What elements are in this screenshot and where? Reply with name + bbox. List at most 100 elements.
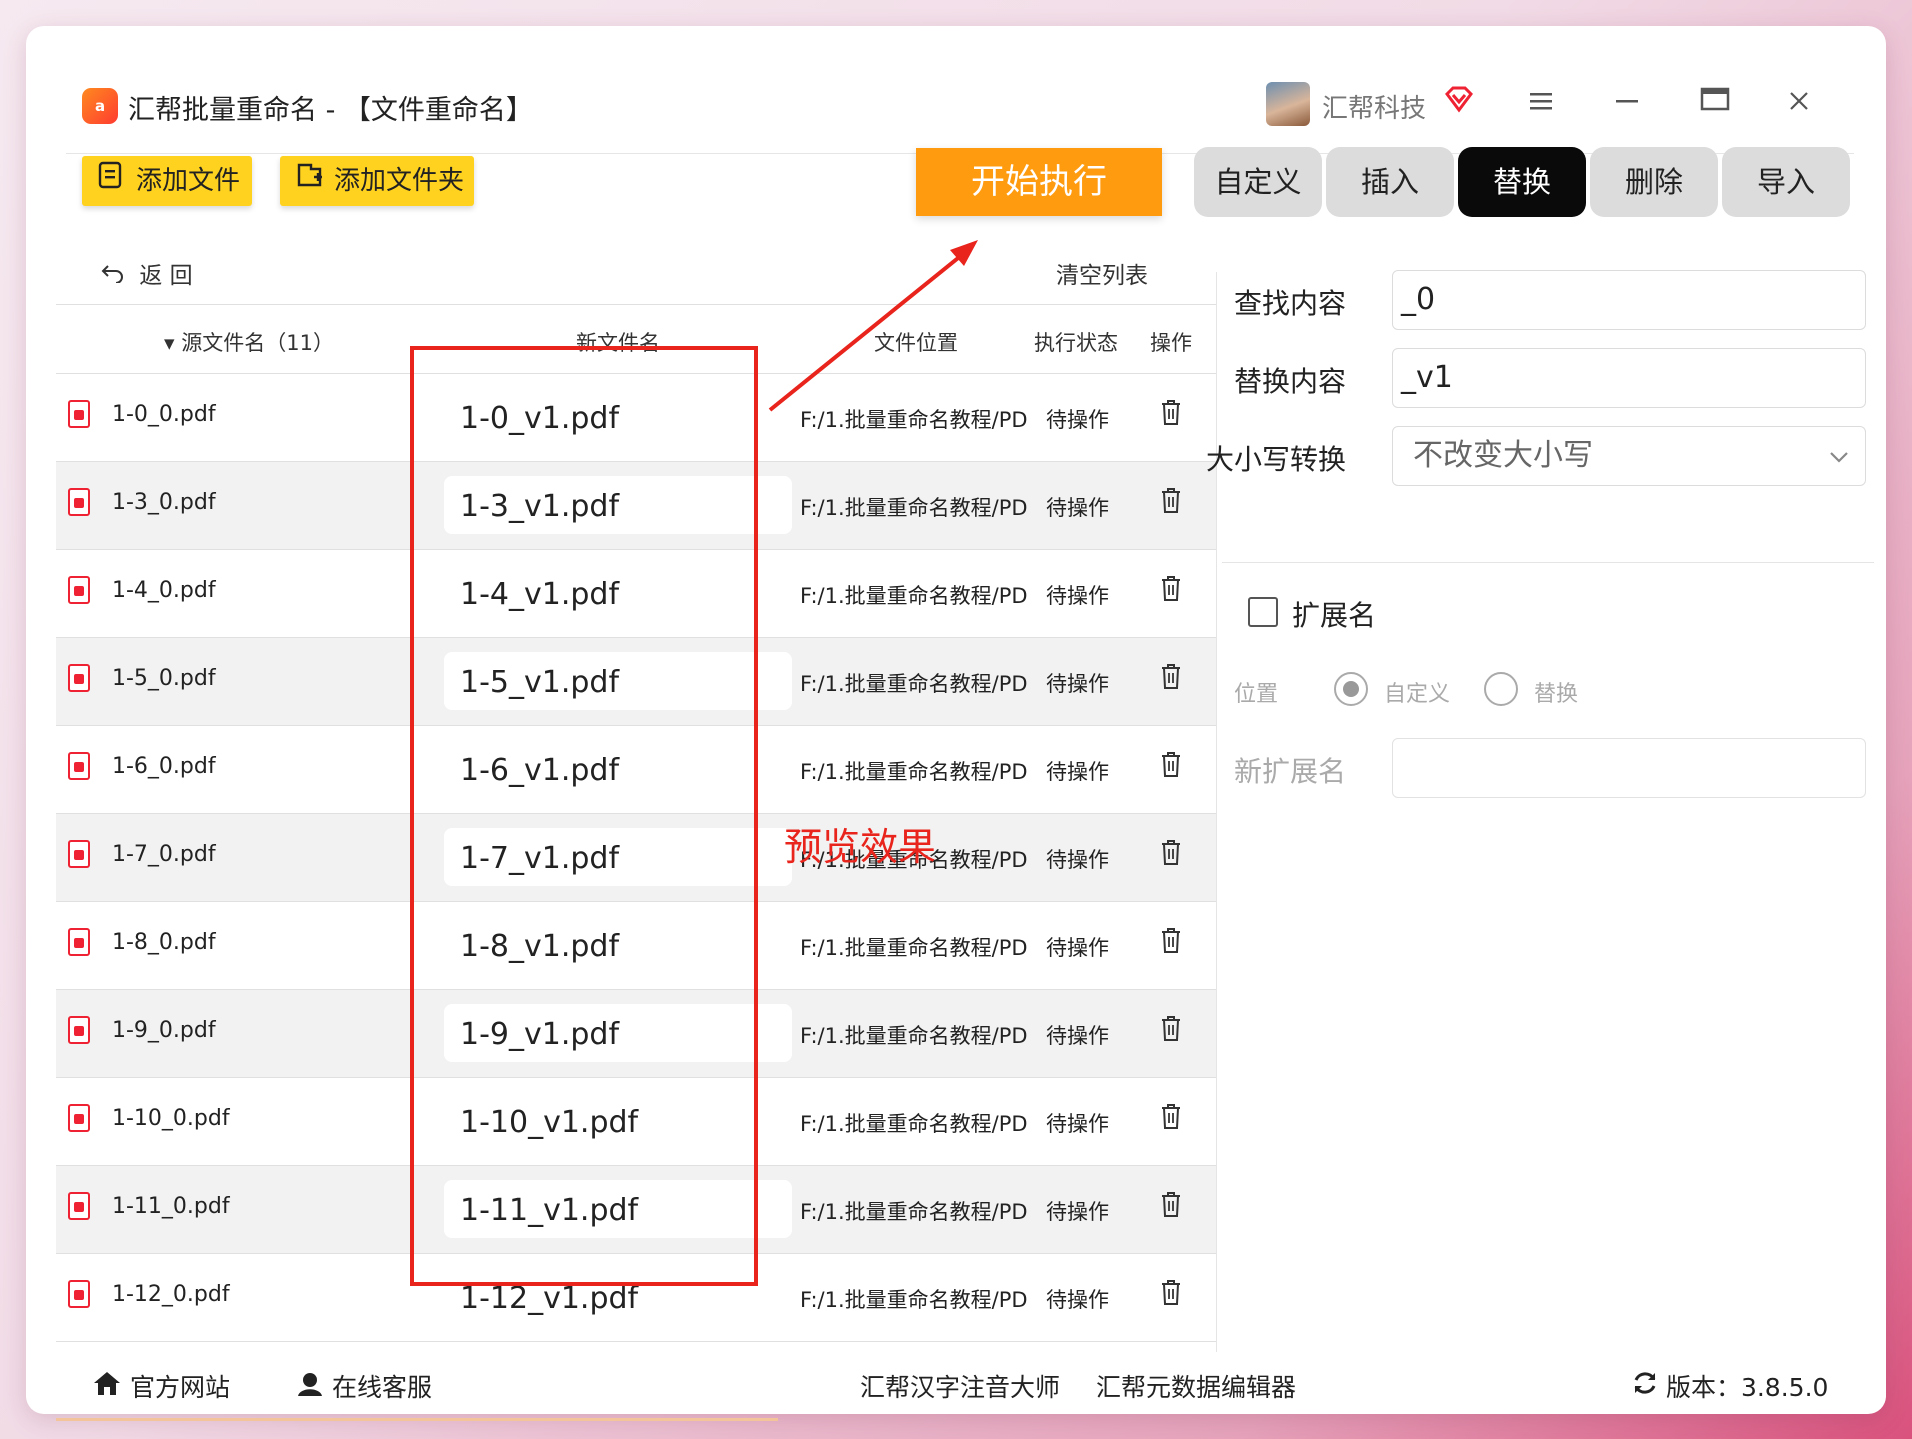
source-filename: 1-4_0.pdf	[112, 578, 216, 603]
avatar[interactable]	[1266, 82, 1310, 126]
close-icon[interactable]	[1774, 78, 1824, 128]
pdf-file-icon	[68, 664, 90, 692]
version-info[interactable]: 版本：3.8.5.0	[1632, 1368, 1828, 1404]
status-text: 待操作	[1046, 496, 1109, 520]
back-label: 返 回	[139, 263, 193, 289]
pdf-file-icon	[68, 1280, 90, 1308]
source-filename: 1-7_0.pdf	[112, 842, 216, 867]
position-replace-label: 替换	[1534, 682, 1579, 707]
tab-import[interactable]: 导入	[1722, 147, 1850, 217]
pdf-file-icon	[68, 1104, 90, 1132]
file-location: F:/1.批量重命名教程/PD	[800, 672, 1028, 696]
caret-down-icon: ▾	[164, 331, 175, 355]
status-text: 待操作	[1046, 936, 1109, 960]
position-custom-radio[interactable]	[1334, 672, 1368, 706]
app-window: a 汇帮批量重命名 - 【文件重命名】 汇帮科技 添加文件 添加文件夹 开始执行…	[26, 26, 1886, 1414]
trash-icon[interactable]	[1160, 1014, 1184, 1044]
replace-input[interactable]: _v1	[1392, 348, 1866, 408]
pdf-file-icon	[68, 400, 90, 428]
replace-label: 替换内容	[1234, 365, 1347, 398]
source-filename: 1-10_0.pdf	[112, 1106, 230, 1131]
trash-icon[interactable]	[1160, 662, 1184, 692]
trash-icon[interactable]	[1160, 838, 1184, 868]
trash-icon[interactable]	[1160, 1278, 1184, 1308]
file-location: F:/1.批量重命名教程/PD	[800, 408, 1028, 432]
add-folder-icon	[296, 156, 326, 206]
pdf-file-icon	[68, 1016, 90, 1044]
new-extension-input[interactable]	[1392, 738, 1866, 798]
pdf-file-icon	[68, 840, 90, 868]
trash-icon[interactable]	[1160, 398, 1184, 428]
source-filename: 1-11_0.pdf	[112, 1194, 230, 1219]
new-extension-label: 新扩展名	[1234, 755, 1347, 788]
app-title: 汇帮批量重命名 - 【文件重命名】	[128, 95, 533, 126]
extension-checkbox[interactable]	[1248, 597, 1278, 627]
find-input[interactable]: _0	[1392, 270, 1866, 330]
source-filename: 1-5_0.pdf	[112, 666, 216, 691]
status-text: 待操作	[1046, 584, 1109, 608]
menu-icon[interactable]	[1516, 78, 1566, 128]
official-site-link[interactable]: 官方网站	[92, 1368, 230, 1404]
file-location: F:/1.批量重命名教程/PD	[800, 936, 1028, 960]
online-support-link[interactable]: 在线客服	[296, 1368, 432, 1404]
clear-list-button[interactable]: 清空列表	[1056, 256, 1148, 290]
chevron-down-icon	[1829, 427, 1849, 485]
panel-divider	[1222, 562, 1874, 563]
location-header: 文件位置	[874, 331, 958, 355]
title-bar: a 汇帮批量重命名 - 【文件重命名】 汇帮科技	[66, 56, 1854, 154]
add-file-icon	[98, 156, 128, 206]
pdf-file-icon	[68, 1192, 90, 1220]
trash-icon[interactable]	[1160, 574, 1184, 604]
minimize-icon[interactable]	[1602, 78, 1652, 128]
tab-custom[interactable]: 自定义	[1194, 147, 1322, 217]
metadata-editor-link[interactable]: 汇帮元数据编辑器	[1096, 1368, 1296, 1404]
source-filename: 1-8_0.pdf	[112, 930, 216, 955]
file-location: F:/1.批量重命名教程/PD	[800, 1024, 1028, 1048]
pinyin-master-link[interactable]: 汇帮汉字注音大师	[860, 1368, 1060, 1404]
footer: 官方网站 在线客服 汇帮汉字注音大师 汇帮元数据编辑器 版本：3.8.5.0	[66, 1340, 1854, 1414]
source-filename: 1-0_0.pdf	[112, 402, 216, 427]
maximize-icon[interactable]	[1690, 78, 1740, 128]
pdf-file-icon	[68, 488, 90, 516]
case-label: 大小写转换	[1206, 443, 1347, 476]
trash-icon[interactable]	[1160, 1102, 1184, 1132]
back-button[interactable]: 返 回	[100, 256, 193, 290]
tab-replace[interactable]: 替换	[1458, 147, 1586, 217]
pdf-file-icon	[68, 576, 90, 604]
support-icon	[296, 1373, 332, 1402]
status-text: 待操作	[1046, 1288, 1109, 1312]
status-text: 待操作	[1046, 672, 1109, 696]
source-filename: 1-3_0.pdf	[112, 490, 216, 515]
trash-icon[interactable]	[1160, 750, 1184, 780]
tab-insert[interactable]: 插入	[1326, 147, 1454, 217]
status-header: 执行状态	[1034, 331, 1118, 355]
case-select[interactable]: 不改变大小写	[1392, 426, 1866, 486]
trash-icon[interactable]	[1160, 1190, 1184, 1220]
home-icon	[92, 1372, 130, 1402]
start-button[interactable]: 开始执行	[916, 148, 1162, 216]
preview-highlight-box	[410, 346, 758, 1286]
status-text: 待操作	[1046, 848, 1109, 872]
file-location: F:/1.批量重命名教程/PD	[800, 760, 1028, 784]
file-location: F:/1.批量重命名教程/PD	[800, 1112, 1028, 1136]
status-text: 待操作	[1046, 760, 1109, 784]
pdf-file-icon	[68, 752, 90, 780]
extension-label: 扩展名	[1292, 599, 1377, 632]
pdf-file-icon	[68, 928, 90, 956]
position-label: 位置	[1234, 682, 1279, 707]
case-select-value: 不改变大小写	[1413, 438, 1593, 473]
preview-label: 预览效果	[784, 825, 937, 869]
status-text: 待操作	[1046, 1112, 1109, 1136]
tab-delete[interactable]: 删除	[1590, 147, 1718, 217]
vip-icon[interactable]	[1444, 84, 1474, 121]
trash-icon[interactable]	[1160, 926, 1184, 956]
sort-source-header[interactable]: ▾ 源文件名（11）	[164, 327, 334, 357]
add-file-button[interactable]: 添加文件	[82, 156, 252, 206]
app-logo: a	[82, 88, 118, 124]
trash-icon[interactable]	[1160, 486, 1184, 516]
add-folder-button[interactable]: 添加文件夹	[280, 156, 474, 206]
position-replace-radio[interactable]	[1484, 672, 1518, 706]
source-filename: 1-9_0.pdf	[112, 1018, 216, 1043]
new-filename: 1-12_v1.pdf	[460, 1281, 639, 1316]
status-text: 待操作	[1046, 1024, 1109, 1048]
